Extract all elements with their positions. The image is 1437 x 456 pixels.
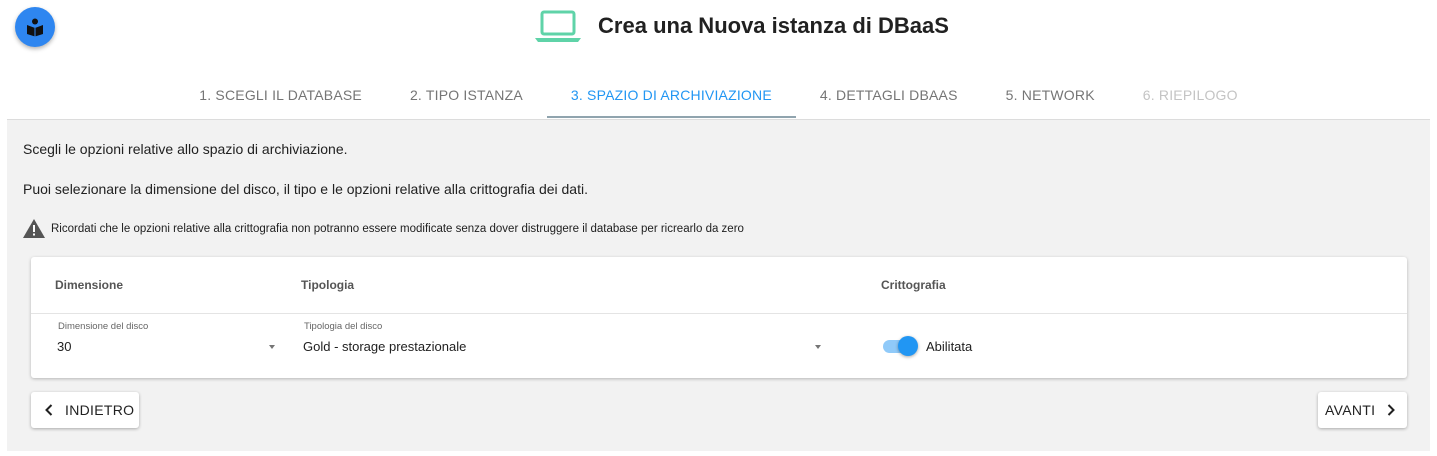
disk-type-value[interactable]: Gold - storage prestazionale <box>303 339 466 354</box>
encryption-status-label: Abilitata <box>926 339 973 354</box>
next-button-label: AVANTI <box>1325 402 1376 418</box>
column-encryption: Crittografia <box>881 278 946 292</box>
storage-options-card: Dimensione Tipologia Crittografia Dimens… <box>31 257 1407 378</box>
wizard-stepper: 1. SCEGLI IL DATABASE 2. TIPO ISTANZA 3.… <box>0 72 1437 119</box>
step-dbaas-details[interactable]: 4. DETTAGLI DBAAS <box>796 72 982 118</box>
toggle-thumb[interactable] <box>898 336 918 356</box>
step-instance-type[interactable]: 2. TIPO ISTANZA <box>386 72 547 118</box>
next-button[interactable]: AVANTI <box>1318 392 1407 428</box>
disk-type-label: Tipologia del disco <box>304 321 383 332</box>
intro-text-2: Puoi selezionare la dimensione del disco… <box>23 181 588 197</box>
column-dimension: Dimensione <box>55 278 124 292</box>
step-network[interactable]: 5. NETWORK <box>982 72 1119 118</box>
back-button[interactable]: INDIETRO <box>31 392 139 428</box>
chevron-down-icon[interactable] <box>269 345 275 349</box>
chevron-left-icon <box>41 402 57 418</box>
step-choose-database[interactable]: 1. SCEGLI IL DATABASE <box>175 72 386 118</box>
warning-text: Ricordati che le opzioni relative alla c… <box>51 222 744 235</box>
disk-size-label: Dimensione del disco <box>58 321 149 332</box>
table-header: Dimensione Tipologia Crittografia <box>31 257 1407 314</box>
title-row: Crea una Nuova istanza di DBaaS <box>0 6 1437 46</box>
disk-size-value[interactable]: 30 <box>57 339 71 354</box>
storage-step-panel: Scegli le opzioni relative allo spazio d… <box>7 119 1430 451</box>
chevron-right-icon <box>1383 402 1399 418</box>
encryption-warning: Ricordati che le opzioni relative alla c… <box>23 219 744 238</box>
encryption-toggle[interactable] <box>882 336 918 356</box>
warning-icon <box>23 219 45 238</box>
step-storage[interactable]: 3. SPAZIO DI ARCHIVIAZIONE <box>546 72 796 118</box>
step-summary: 6. RIEPILOGO <box>1142 87 1238 103</box>
chevron-down-icon[interactable] <box>815 345 821 349</box>
intro-text-1: Scegli le opzioni relative allo spazio d… <box>23 141 348 157</box>
column-type: Tipologia <box>301 278 355 292</box>
back-button-label: INDIETRO <box>65 402 135 418</box>
page-title: Crea una Nuova istanza di DBaaS <box>598 13 949 38</box>
laptop-icon <box>534 9 582 43</box>
